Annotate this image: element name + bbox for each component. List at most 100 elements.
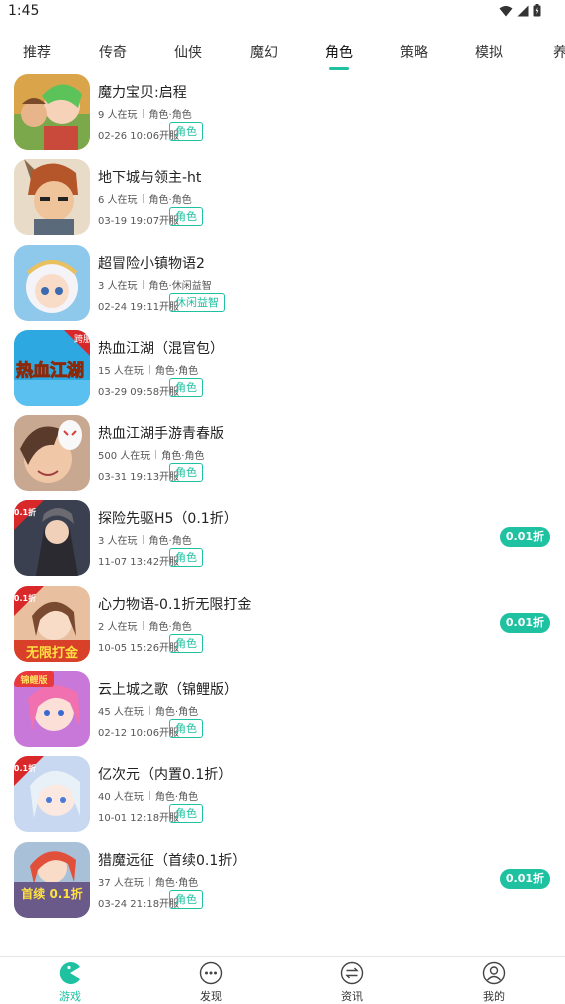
game-title: 心力物语-0.1折无限打金: [98, 596, 252, 613]
tab-recommend[interactable]: 推荐: [9, 42, 65, 62]
game-meta: 37 人在玩 角色·角色: [98, 874, 198, 889]
game-icon-yunshangcheng[interactable]: 锦鲤版: [14, 671, 90, 748]
tab-fantasy[interactable]: 魔幻: [236, 42, 292, 62]
game-tag[interactable]: 角色: [169, 804, 203, 824]
game-open-date: 02-26 10:06开服: [98, 131, 180, 142]
game-open-date: 02-12 10:06开服: [98, 728, 180, 740]
meta-divider: [142, 535, 144, 545]
game-tag[interactable]: 角色: [169, 889, 203, 909]
meta-divider: [148, 706, 150, 716]
news-exchange-icon: [322, 961, 382, 985]
nav-discover[interactable]: 发现: [181, 961, 241, 1004]
game-list-item[interactable]: 跨服 热血江湖 热血江湖（混官包） 15 人在玩 角色·角色 03-29 09:…: [0, 328, 565, 413]
game-tag[interactable]: 角色: [169, 377, 203, 397]
game-list-item[interactable]: 超冒险小镇物语2 3 人在玩 角色·休闲益智 02-24 19:11开服 休闲益…: [0, 243, 565, 328]
signal-icon: [517, 5, 529, 17]
game-open-date: 03-24 21:18开服: [98, 898, 180, 910]
game-meta: 6 人在玩 角色·角色: [98, 191, 192, 206]
category-tab-bar: 推荐 传奇 仙侠 魔幻 角色 策略 模拟 养: [0, 32, 565, 76]
game-icon-chaomaoxian[interactable]: [14, 244, 90, 321]
game-icon-rexuejianghu-youth[interactable]: [14, 415, 90, 492]
status-icons: [499, 4, 541, 17]
nav-news[interactable]: 资讯: [322, 961, 382, 1004]
tab-raise[interactable]: 养: [532, 42, 565, 62]
game-title: 超冒险小镇物语2: [98, 255, 205, 272]
game-title: 探险先驱H5（0.1折）: [98, 511, 238, 528]
game-list-item[interactable]: 锦鲤版 云上城之歌（锦鲤版） 45 人在玩 角色·角色 02-12 10:06开…: [0, 669, 565, 754]
tab-xianxia[interactable]: 仙侠: [160, 42, 216, 62]
icon-badge-text: 跨服: [74, 334, 90, 345]
game-icon-rexuejianghu-mixed[interactable]: 跨服 热血江湖: [14, 329, 90, 406]
game-players: 500 人在玩: [98, 451, 151, 463]
game-list-item[interactable]: 魔力宝贝:启程 9 人在玩 角色·角色 02-26 10:06开服 角色: [0, 72, 565, 157]
game-icon-tanxianxianqu[interactable]: 0.1折: [14, 500, 90, 577]
game-icon-molibaobei[interactable]: [14, 74, 90, 150]
game-title: 云上城之歌（锦鲤版）: [98, 682, 238, 699]
game-pacman-icon: [40, 961, 100, 985]
game-list-item[interactable]: 地下城与领主-ht 6 人在玩 角色·角色 03-19 19:07开服 角色: [0, 157, 565, 242]
status-time: 1:45: [8, 3, 40, 19]
game-tag[interactable]: 角色: [169, 463, 203, 483]
game-list-item[interactable]: 0.1折 亿次元（内置0.1折） 40 人在玩 角色·角色 10-01 12:1…: [0, 754, 565, 839]
game-open-date: 11-07 13:42开服: [98, 557, 180, 569]
app-screen: 1:45 推荐 传奇 仙侠 魔幻 角色 策略 模拟 养 魔力宝贝:启程 9 人在…: [0, 0, 565, 1004]
nav-label: 游戏: [59, 990, 81, 1003]
game-icon-liemoyuanzheng[interactable]: 首续 0.1折: [14, 841, 90, 918]
nav-label: 我的: [483, 990, 505, 1003]
icon-badge-text: 锦鲤版: [20, 674, 47, 686]
nav-label: 发现: [200, 990, 222, 1003]
game-tag[interactable]: 角色: [169, 207, 203, 227]
wifi-icon: [499, 5, 513, 17]
discount-badge: 0.01折: [499, 868, 550, 889]
game-tag[interactable]: 角色: [169, 719, 203, 739]
game-players: 40 人在玩: [98, 792, 144, 804]
game-list-item[interactable]: 首续 0.1折 猎魔远征（首续0.1折） 37 人在玩 角色·角色 03-24 …: [0, 840, 565, 925]
game-icon-yiciyuan[interactable]: 0.1折: [14, 756, 90, 833]
game-genre: 角色·角色: [148, 536, 192, 548]
icon-badge-text: 0.1折: [14, 507, 36, 517]
game-list-item[interactable]: 0.1折 探险先驱H5（0.1折） 3 人在玩 角色·角色 11-07 13:4…: [0, 498, 565, 583]
game-icon-xinliwuyu[interactable]: 0.1折 无限打金: [14, 585, 90, 662]
icon-caption-text: 热血江湖: [16, 360, 84, 381]
game-meta: 45 人在玩 角色·角色: [98, 703, 198, 718]
icon-caption-text: 无限打金: [25, 645, 79, 661]
status-bar: 1:45: [0, 0, 565, 26]
game-players: 2 人在玩: [98, 621, 138, 633]
game-tag[interactable]: 角色: [169, 548, 203, 568]
game-title: 热血江湖手游青春版: [98, 426, 224, 443]
nav-games[interactable]: 游戏: [40, 961, 100, 1004]
game-genre: 角色·角色: [154, 877, 199, 889]
bottom-nav: 游戏 发现 资讯 我的: [0, 956, 565, 1004]
meta-divider: [142, 109, 144, 118]
tab-simulation[interactable]: 模拟: [461, 42, 517, 62]
game-genre: 角色·角色: [148, 621, 192, 633]
game-open-date: 02-24 19:11开服: [98, 301, 180, 313]
tab-role[interactable]: 角色: [311, 42, 367, 62]
game-open-date: 10-05 15:26开服: [98, 642, 180, 654]
nav-profile[interactable]: 我的: [464, 961, 524, 1004]
meta-divider: [142, 620, 144, 630]
game-genre: 角色·角色: [161, 451, 205, 463]
game-icon-dixiacheng[interactable]: [14, 159, 90, 236]
game-tag[interactable]: 休闲益智: [169, 292, 225, 312]
meta-divider: [148, 791, 150, 801]
game-players: 9 人在玩: [98, 110, 138, 121]
game-meta: 9 人在玩 角色·角色: [98, 106, 192, 121]
game-meta: 15 人在玩 角色·角色: [98, 362, 198, 377]
game-players: 3 人在玩: [98, 280, 138, 292]
active-tab-indicator: [329, 67, 349, 70]
icon-badge-text: 0.1折: [14, 593, 36, 603]
game-list-item[interactable]: 热血江湖手游青春版 500 人在玩 角色·角色 03-31 19:13开服 角色: [0, 413, 565, 498]
game-tag[interactable]: 角色: [169, 122, 203, 141]
game-list-item[interactable]: 0.1折 无限打金 心力物语-0.1折无限打金 2 人在玩 角色·角色 10-0…: [0, 584, 565, 669]
meta-divider: [142, 194, 144, 204]
discount-badge: 0.01折: [499, 612, 550, 633]
tab-strategy[interactable]: 策略: [386, 42, 442, 62]
tab-legend[interactable]: 传奇: [85, 42, 141, 62]
game-players: 45 人在玩: [98, 707, 144, 719]
meta-divider: [155, 450, 157, 460]
game-genre: 角色·角色: [154, 365, 199, 377]
game-tag[interactable]: 角色: [169, 633, 203, 653]
game-meta: 2 人在玩 角色·角色: [98, 618, 192, 633]
game-meta: 40 人在玩 角色·角色: [98, 788, 198, 803]
